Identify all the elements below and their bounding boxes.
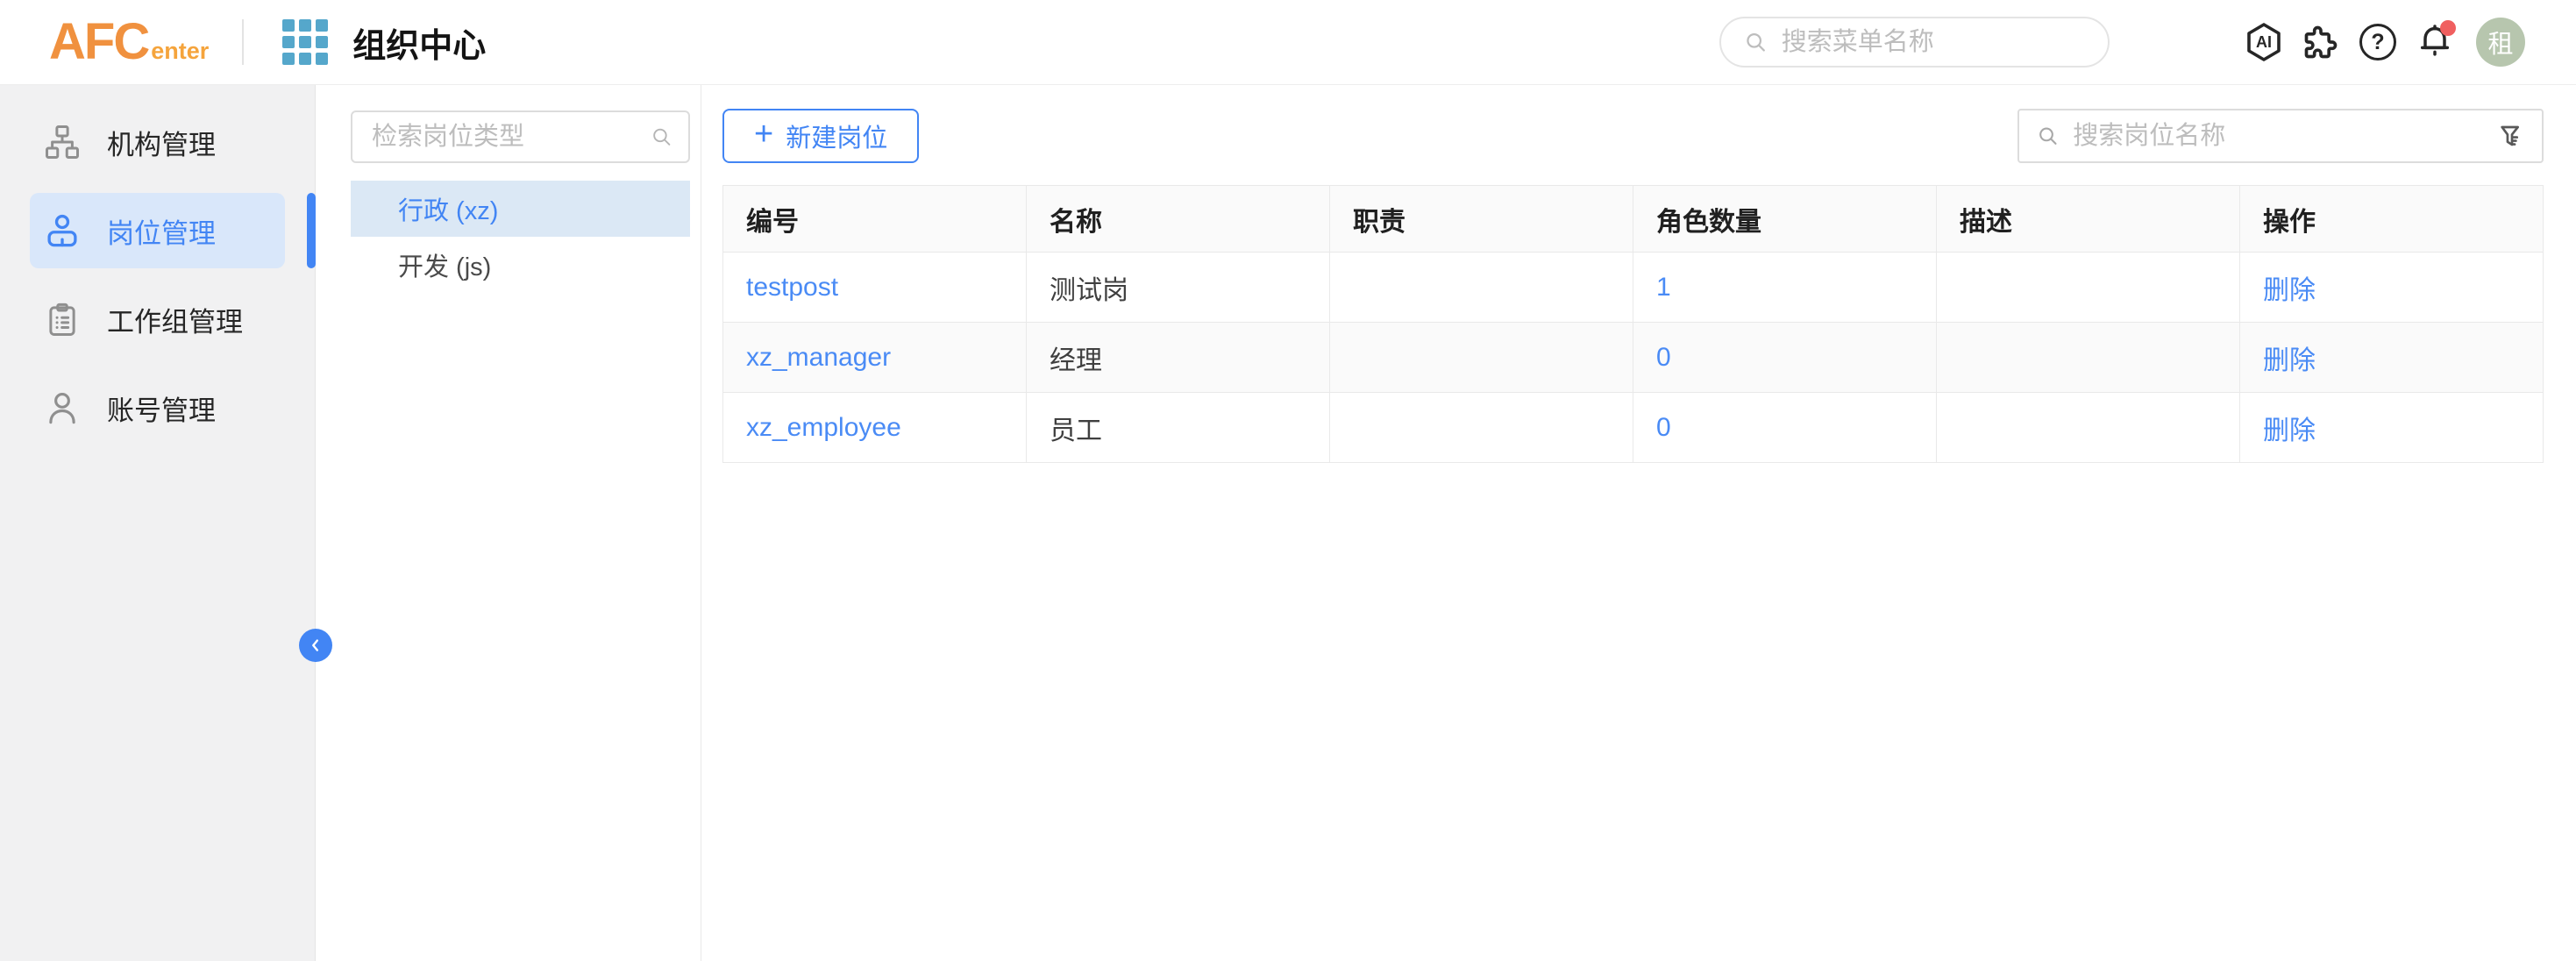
post-code-link[interactable]: xz_employee	[746, 413, 901, 442]
create-post-button[interactable]: + 新建岗位	[722, 109, 919, 163]
main-panel: + 新建岗位 编号 名称 职责 角色数量	[701, 85, 2576, 961]
ai-assistant-icon[interactable]: AI	[2243, 21, 2285, 63]
col-header-duty: 职责	[1330, 186, 1633, 253]
post-type-item-xingzheng[interactable]: 行政 (xz)	[351, 181, 690, 237]
user-icon	[44, 389, 81, 426]
sidebar-item-post-management[interactable]: 岗位管理	[30, 193, 285, 268]
sidebar-item-label: 账号管理	[107, 388, 216, 428]
post-name-search-box[interactable]	[2017, 109, 2544, 163]
sidebar-item-account-management[interactable]: 账号管理	[30, 370, 285, 445]
post-name-search-input[interactable]	[2073, 122, 2482, 151]
search-icon	[651, 125, 672, 149]
search-icon	[2037, 123, 2059, 149]
table-row: xz_employee 员工 0 删除	[723, 393, 2544, 463]
header-divider	[242, 19, 244, 65]
sidebar: 机构管理 岗位管理 工作组管理 账号管理	[0, 85, 316, 961]
post-code-link[interactable]: testpost	[746, 273, 838, 302]
post-name-cell: 经理	[1027, 323, 1330, 393]
delete-link[interactable]: 删除	[2263, 416, 2316, 445]
col-header-desc: 描述	[1937, 186, 2240, 253]
filter-funnel-icon[interactable]	[2496, 122, 2524, 150]
sidebar-item-label: 岗位管理	[107, 211, 216, 251]
post-type-list: 行政 (xz) 开发 (js)	[316, 181, 701, 293]
col-header-code: 编号	[723, 186, 1027, 253]
clipboard-icon	[44, 301, 81, 338]
plus-icon: +	[754, 117, 773, 151]
post-type-panel: 行政 (xz) 开发 (js)	[316, 85, 701, 961]
app-grid-icon	[282, 19, 328, 65]
post-duty-cell	[1330, 253, 1633, 323]
sidebar-item-org-management[interactable]: 机构管理	[30, 104, 285, 180]
sidebar-item-label: 机构管理	[107, 123, 216, 162]
user-avatar[interactable]: 租	[2476, 18, 2525, 67]
post-duty-cell	[1330, 323, 1633, 393]
search-icon	[1744, 29, 1768, 55]
notification-badge	[2440, 20, 2456, 36]
post-name-cell: 员工	[1027, 393, 1330, 463]
menu-search-box[interactable]	[1719, 17, 2110, 68]
brand-logo: AFC enter	[49, 17, 209, 68]
org-tree-icon	[44, 124, 81, 160]
table-header-row: 编号 名称 职责 角色数量 描述 操作	[723, 186, 2544, 253]
post-type-item-kaifa[interactable]: 开发 (js)	[351, 237, 690, 293]
post-type-search-input[interactable]	[372, 123, 640, 152]
sidebar-item-workgroup-management[interactable]: 工作组管理	[30, 281, 285, 357]
post-type-label: 开发 (js)	[398, 246, 491, 283]
toolbar: + 新建岗位	[722, 109, 2544, 163]
role-count-link[interactable]: 0	[1656, 343, 1671, 372]
post-desc-cell	[1937, 323, 2240, 393]
chevron-left-icon	[306, 636, 325, 655]
table-row: xz_manager 经理 0 删除	[723, 323, 2544, 393]
role-count-link[interactable]: 0	[1656, 413, 1671, 442]
post-type-search-box[interactable]	[351, 110, 690, 163]
post-desc-cell	[1937, 393, 2240, 463]
col-header-name: 名称	[1027, 186, 1330, 253]
table-row: testpost 测试岗 1 删除	[723, 253, 2544, 323]
app-header: AFC enter 组织中心 AI ?	[0, 0, 2576, 85]
plugin-puzzle-icon[interactable]	[2300, 21, 2342, 63]
brand-logo-main: AFC	[49, 17, 148, 68]
post-type-label: 行政 (xz)	[398, 190, 498, 227]
role-count-link[interactable]: 1	[1656, 273, 1671, 302]
help-icon[interactable]: ?	[2357, 21, 2399, 63]
delete-link[interactable]: 删除	[2263, 346, 2316, 375]
post-duty-cell	[1330, 393, 1633, 463]
header-icon-group: AI ? 租	[2243, 18, 2525, 67]
col-header-roles: 角色数量	[1633, 186, 1937, 253]
post-desc-cell	[1937, 253, 2240, 323]
panel-collapse-button[interactable]	[299, 629, 332, 662]
delete-link[interactable]: 删除	[2263, 276, 2316, 305]
brand-logo-sub: enter	[151, 39, 209, 63]
menu-search-input[interactable]	[1782, 28, 2085, 57]
post-name-cell: 测试岗	[1027, 253, 1330, 323]
post-code-link[interactable]: xz_manager	[746, 343, 891, 372]
posts-table: 编号 名称 职责 角色数量 描述 操作 testpost 测试岗 1 删除	[722, 185, 2544, 463]
sidebar-item-label: 工作组管理	[107, 300, 243, 339]
notification-bell-icon[interactable]	[2414, 21, 2456, 63]
user-badge-icon	[44, 212, 81, 249]
page-title: 组织中心	[352, 18, 486, 67]
col-header-action: 操作	[2240, 186, 2544, 253]
active-indicator-bar	[307, 193, 316, 268]
content-area: 机构管理 岗位管理 工作组管理 账号管理	[0, 85, 2576, 961]
